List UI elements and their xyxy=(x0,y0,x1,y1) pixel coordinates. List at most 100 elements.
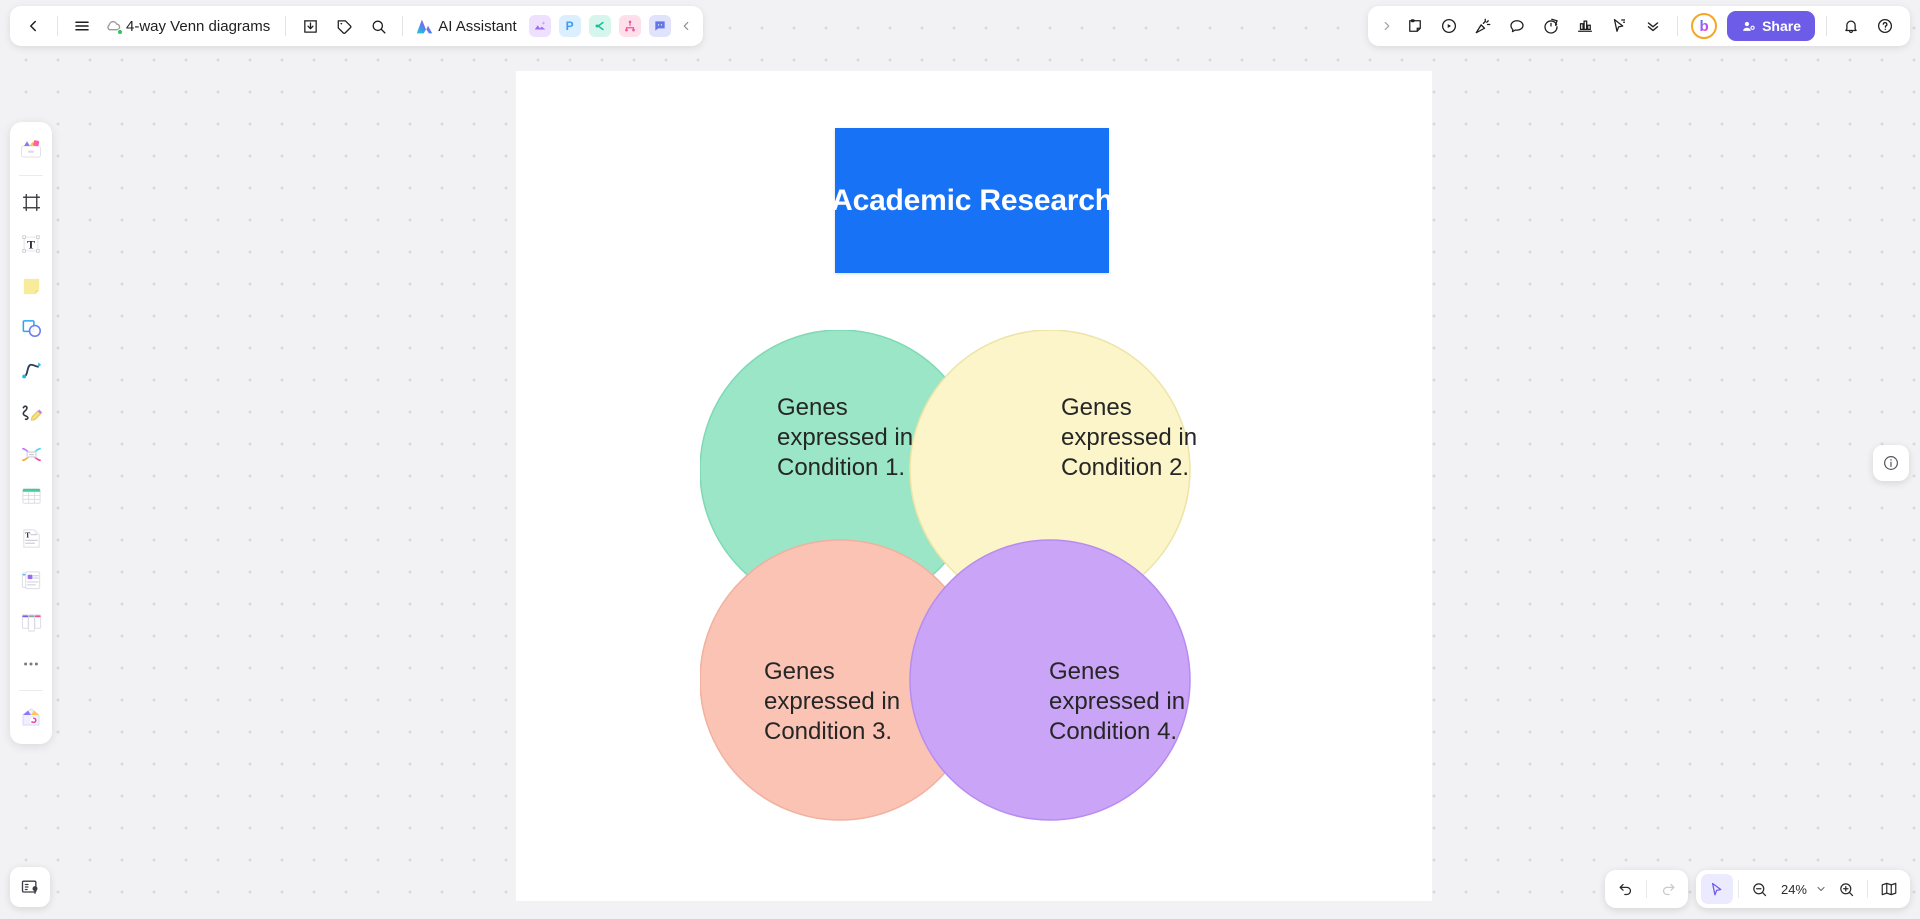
top-right-toolbar: b Share xyxy=(1368,6,1910,46)
top-toolbar: 4-way Venn diagrams AI Assistant P xyxy=(10,6,703,46)
avatar[interactable]: b xyxy=(1691,13,1718,39)
search-button[interactable] xyxy=(361,9,395,43)
sidebar-item-connector[interactable] xyxy=(13,349,49,391)
sidebar-item-templates[interactable] xyxy=(13,128,49,170)
minimap-button[interactable] xyxy=(1873,874,1905,904)
venn-diagram[interactable]: Genes expressed in Condition 1. Genes ex… xyxy=(700,330,1230,830)
divider xyxy=(57,16,58,36)
play-circle-icon[interactable] xyxy=(1432,9,1466,43)
mindmap-app-icon[interactable] xyxy=(588,15,611,37)
chevron-down-icon xyxy=(1817,886,1825,892)
divider xyxy=(1737,880,1739,898)
sidebar-item-frame[interactable] xyxy=(13,181,49,223)
divider xyxy=(19,175,43,176)
connector-icon xyxy=(21,361,41,378)
undo-button[interactable] xyxy=(1609,874,1641,904)
more-dots-icon xyxy=(24,662,38,666)
info-circle-icon xyxy=(1884,456,1898,470)
title-shape[interactable]: Academic Research xyxy=(831,128,1113,273)
back-button[interactable] xyxy=(16,9,50,43)
ai-assistant-label: AI Assistant xyxy=(438,17,517,35)
cards-icon xyxy=(21,570,40,589)
zoom-toolbar: 24% xyxy=(1695,870,1910,908)
zoom-dropdown-button[interactable] xyxy=(1812,874,1830,904)
sidebar-item-mindmap[interactable] xyxy=(13,433,49,475)
mindmap-icon xyxy=(21,447,41,461)
text-icon: T xyxy=(22,235,40,253)
sidebar-item-shapes[interactable] xyxy=(13,307,49,349)
cloud-sync-status[interactable] xyxy=(103,17,123,36)
timer-icon[interactable] xyxy=(1534,9,1568,43)
ai-assistant-button[interactable]: AI Assistant xyxy=(410,17,524,36)
cursor-pointer-icon[interactable] xyxy=(1602,9,1636,43)
divider xyxy=(285,16,287,36)
expand-tools-button[interactable] xyxy=(1376,9,1398,43)
sidebar-item-cards[interactable] xyxy=(13,559,49,601)
undo-redo-toolbar xyxy=(1605,870,1688,908)
help-circle-icon[interactable] xyxy=(1868,9,1902,43)
zoom-out-icon xyxy=(1753,882,1767,896)
divider xyxy=(19,690,43,691)
share-person-icon xyxy=(1743,21,1755,31)
document-title[interactable]: 4-way Venn diagrams xyxy=(122,18,278,35)
redo-button[interactable] xyxy=(1652,874,1684,904)
zoom-in-icon xyxy=(1839,882,1853,896)
divider xyxy=(1677,16,1679,36)
ppt-app-icon[interactable]: P xyxy=(558,15,581,37)
download-button[interactable] xyxy=(293,9,327,43)
pen-icon xyxy=(22,405,42,421)
divider xyxy=(1826,16,1827,36)
title-shape-text: Academic Research xyxy=(831,183,1113,217)
sidebar-item-document[interactable]: T xyxy=(13,517,49,559)
venn-circle-4[interactable] xyxy=(909,539,1191,821)
minimap-icon xyxy=(1881,882,1897,896)
divider xyxy=(1646,880,1647,898)
svg-text:T: T xyxy=(27,238,35,252)
ai-logo-icon xyxy=(416,19,433,33)
avatar-initial: b xyxy=(1699,17,1709,35)
tag-button[interactable] xyxy=(327,9,361,43)
frame-icon xyxy=(22,193,40,211)
templates-icon xyxy=(21,140,41,158)
left-toolbar: T T xyxy=(10,122,52,744)
kanban-icon xyxy=(21,613,41,632)
sidebar-item-table[interactable] xyxy=(13,475,49,517)
share-label: Share xyxy=(1762,18,1801,34)
document-icon: T xyxy=(22,528,40,548)
sidebar-item-apps[interactable] xyxy=(13,696,49,738)
magic-confetti-icon[interactable] xyxy=(1466,9,1500,43)
divider xyxy=(402,16,404,36)
chart-icon[interactable] xyxy=(1568,9,1602,43)
sync-dot-icon xyxy=(117,28,123,35)
zoom-in-button[interactable] xyxy=(1830,874,1862,904)
bell-icon[interactable] xyxy=(1834,9,1868,43)
sidebar-item-text[interactable]: T xyxy=(13,223,49,265)
svg-text:T: T xyxy=(25,530,30,539)
zoom-level[interactable]: 24% xyxy=(1776,882,1812,897)
ai-image-app-icon[interactable] xyxy=(528,15,551,37)
chevrons-down-icon[interactable] xyxy=(1636,9,1670,43)
apps-store-icon xyxy=(22,708,40,726)
sidebar-item-pen[interactable] xyxy=(13,391,49,433)
collapse-apps-button[interactable] xyxy=(675,9,697,43)
menu-button[interactable] xyxy=(65,9,99,43)
sticky-note-icon xyxy=(23,278,39,294)
sidebar-item-sticky-note[interactable] xyxy=(13,265,49,307)
tree-chart-app-icon[interactable] xyxy=(618,15,641,37)
sidebar-item-kanban[interactable] xyxy=(13,601,49,643)
comment-bubble-icon[interactable] xyxy=(1500,9,1534,43)
share-button[interactable]: Share xyxy=(1727,11,1815,41)
presentation-button[interactable] xyxy=(10,867,50,907)
presentation-icon xyxy=(21,880,38,894)
app-root: Academic Research Genes expressed in Con… xyxy=(0,0,1920,919)
cursor-select-icon xyxy=(1712,882,1722,895)
divider xyxy=(1867,880,1868,898)
info-button[interactable] xyxy=(1873,445,1909,481)
zoom-out-button[interactable] xyxy=(1744,874,1776,904)
shapes-icon xyxy=(22,319,41,337)
select-tool-button[interactable] xyxy=(1700,874,1733,904)
table-icon xyxy=(21,487,41,504)
sticky-note-lock-icon[interactable] xyxy=(1398,9,1432,43)
sidebar-item-more[interactable] xyxy=(13,643,49,685)
comment-app-icon[interactable] xyxy=(648,15,671,37)
